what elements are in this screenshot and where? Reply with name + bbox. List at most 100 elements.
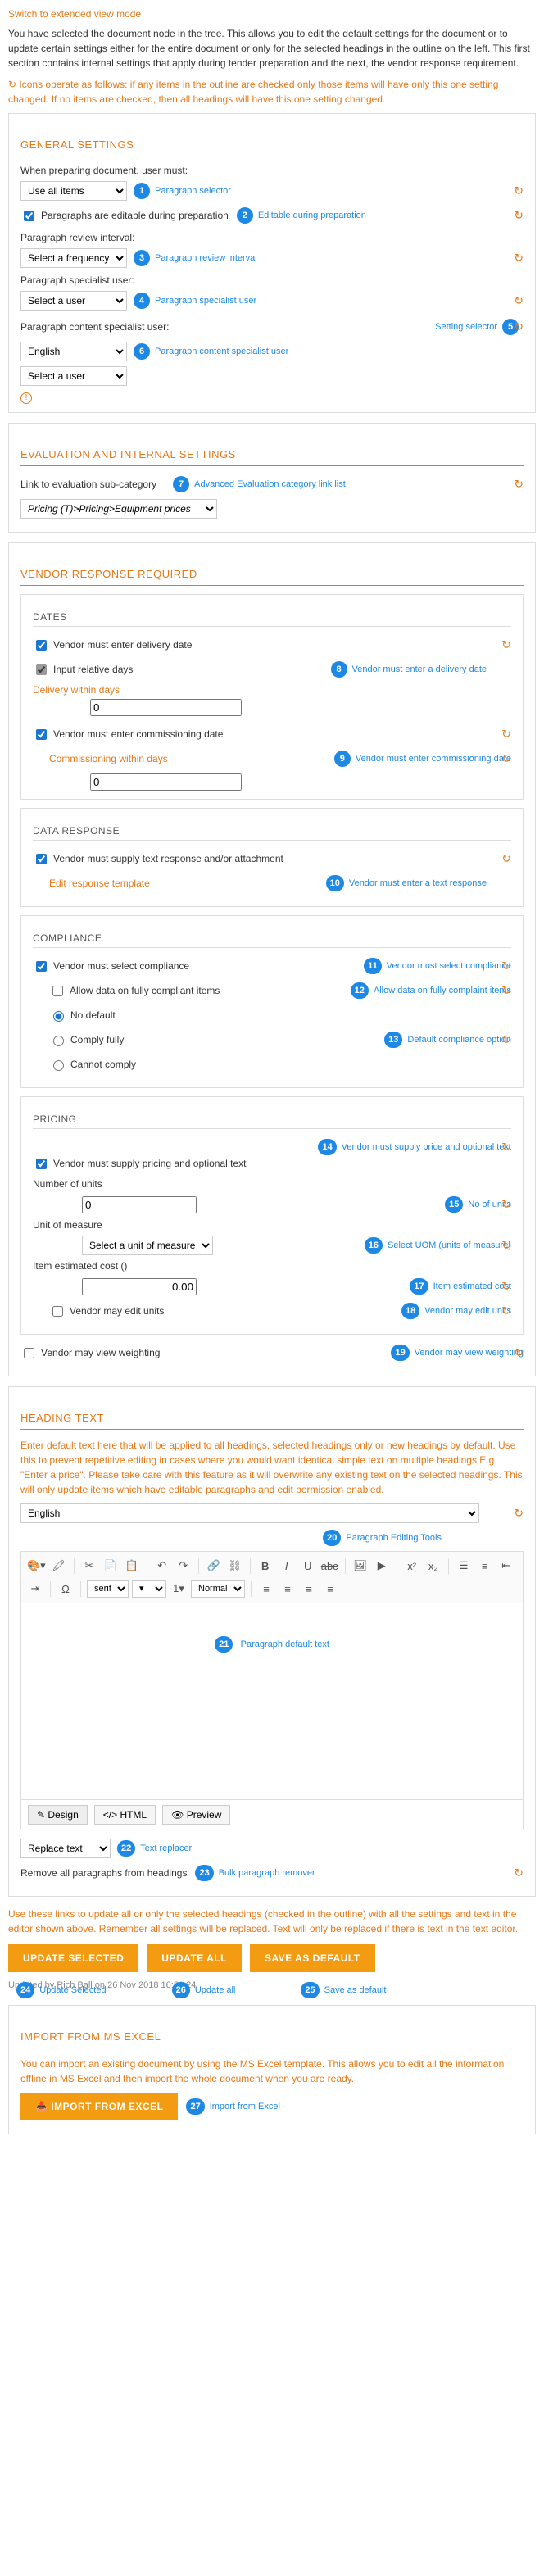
delivery-within-input[interactable] <box>90 699 242 716</box>
allow-data-checkbox[interactable] <box>52 986 63 996</box>
refresh-icon[interactable]: ↻ <box>501 852 511 866</box>
bold-icon[interactable]: B <box>256 1557 274 1575</box>
uom-select[interactable]: Select a unit of measure <box>82 1236 213 1255</box>
comply-fully-radio[interactable] <box>53 1036 64 1046</box>
cost-input[interactable] <box>82 1278 197 1295</box>
ann-24-text: Update Selected <box>39 1985 106 1995</box>
edit-response-template-link[interactable]: Edit response template <box>49 878 150 889</box>
text-response-checkbox[interactable] <box>36 854 47 864</box>
ul-icon[interactable]: ☰ <box>455 1557 473 1575</box>
refresh-icon[interactable]: ↻ <box>501 1141 511 1154</box>
heading-text-title: HEADING TEXT <box>20 1407 524 1430</box>
import-excel-button[interactable]: 📥 IMPORT FROM EXCEL <box>20 2093 178 2120</box>
copy-icon[interactable]: 📄 <box>102 1557 120 1575</box>
weighting-checkbox[interactable] <box>24 1348 34 1358</box>
compliance-checkbox[interactable] <box>36 961 47 972</box>
refresh-icon[interactable]: ↻ <box>501 984 511 998</box>
heading-language-select[interactable]: English <box>20 1503 479 1523</box>
refresh-icon[interactable]: ↻ <box>514 1507 524 1521</box>
review-interval-select[interactable]: Select a frequency <box>20 248 127 268</box>
refresh-icon[interactable]: ↻ <box>514 320 524 334</box>
refresh-icon[interactable]: ↻ <box>514 1346 524 1360</box>
align-right-icon[interactable]: ≡ <box>300 1580 318 1598</box>
pricing-checkbox[interactable] <box>36 1159 47 1169</box>
align-justify-icon[interactable]: ≡ <box>321 1580 339 1598</box>
replace-text-select[interactable]: Replace text <box>20 1839 111 1858</box>
font-select[interactable]: serif <box>87 1580 129 1598</box>
media-icon[interactable]: ▶ <box>373 1557 391 1575</box>
uom-label: Unit of measure <box>33 1219 511 1231</box>
update-selected-button[interactable]: UPDATE SELECTED <box>8 1944 138 1972</box>
intro-text: You have selected the document node in t… <box>8 26 536 70</box>
highlight-icon[interactable]: 🖍 <box>50 1557 68 1575</box>
image-icon[interactable]: 🖼 <box>351 1557 369 1575</box>
link-icon[interactable]: 🔗 <box>205 1557 223 1575</box>
redo-icon[interactable]: ↷ <box>175 1557 193 1575</box>
refresh-icon[interactable]: ↻ <box>514 209 524 223</box>
edit-units-checkbox[interactable] <box>52 1306 63 1317</box>
refresh-icon[interactable]: ↻ <box>514 478 524 492</box>
superscript-icon[interactable]: x² <box>403 1557 421 1575</box>
refresh-icon[interactable]: ↻ <box>501 638 511 652</box>
align-left-icon[interactable]: ≡ <box>257 1580 275 1598</box>
update-all-button[interactable]: UPDATE ALL <box>147 1944 242 1972</box>
preview-mode-button[interactable]: 👁 Preview <box>162 1805 230 1825</box>
ol-icon[interactable]: ≡ <box>476 1557 494 1575</box>
commissioning-checkbox[interactable] <box>36 729 47 740</box>
html-mode-button[interactable]: </> HTML <box>94 1805 156 1825</box>
no-default-radio[interactable] <box>53 1011 64 1022</box>
ann-10-text: Vendor must enter a text response <box>349 878 487 888</box>
refresh-icon[interactable]: ↻ <box>501 728 511 742</box>
weighting-label: Vendor may view weighting <box>41 1347 160 1358</box>
refresh-icon[interactable]: ↻ <box>501 1239 511 1253</box>
language-select[interactable]: English <box>20 342 127 361</box>
unlink-icon[interactable]: ⛓ <box>226 1557 244 1575</box>
refresh-icon[interactable]: ↻ <box>514 184 524 198</box>
refresh-icon[interactable]: ↻ <box>501 959 511 973</box>
indent-icon[interactable]: ⇥ <box>26 1580 44 1598</box>
content-specialist-select[interactable]: Select a user <box>20 366 127 386</box>
commissioning-within-input[interactable] <box>90 773 242 791</box>
refresh-icon[interactable]: ↻ <box>514 294 524 308</box>
dates-title: DATES <box>33 608 511 627</box>
refresh-icon[interactable]: ↻ <box>514 1866 524 1880</box>
ann-15: 15 <box>445 1196 463 1213</box>
refresh-icon[interactable]: ↻ <box>501 1280 511 1294</box>
ann-3-text: Paragraph review interval <box>155 253 257 263</box>
ann-16: 16 <box>365 1237 383 1254</box>
relative-days-checkbox[interactable] <box>36 664 47 675</box>
font-size-select[interactable]: ▾ <box>132 1580 166 1598</box>
paste-icon[interactable]: 📋 <box>123 1557 141 1575</box>
specialist-label: Paragraph specialist user: <box>20 274 524 286</box>
refresh-icon[interactable]: ↻ <box>514 252 524 265</box>
ann-22: 22 <box>117 1840 135 1857</box>
cannot-comply-radio[interactable] <box>53 1060 64 1071</box>
refresh-icon[interactable]: ↻ <box>501 1198 511 1212</box>
ann-2: 2 <box>237 207 253 224</box>
units-input[interactable] <box>82 1196 197 1213</box>
undo-icon[interactable]: ↶ <box>153 1557 171 1575</box>
subscript-icon[interactable]: x₂ <box>424 1557 442 1575</box>
eval-category-select[interactable]: Pricing (T)>Pricing>Equipment prices <box>20 499 217 519</box>
underline-icon[interactable]: U <box>299 1557 317 1575</box>
cut-icon[interactable]: ✂ <box>80 1557 98 1575</box>
strike-icon[interactable]: abc <box>320 1557 339 1575</box>
paint-icon[interactable]: 🎨▾ <box>26 1557 47 1575</box>
italic-icon[interactable]: I <box>278 1557 296 1575</box>
ann-1: 1 <box>134 183 150 199</box>
editor-body[interactable]: 21 Paragraph default text <box>20 1603 524 1800</box>
design-mode-button[interactable]: ✎ Design <box>28 1805 88 1825</box>
refresh-icon[interactable]: ↻ <box>501 1304 511 1318</box>
extended-view-link[interactable]: Switch to extended view mode <box>8 8 141 20</box>
outdent-icon[interactable]: ⇤ <box>497 1557 515 1575</box>
save-default-button[interactable]: SAVE AS DEFAULT <box>250 1944 375 1972</box>
refresh-icon[interactable]: ↻ <box>501 1033 511 1047</box>
specialist-select[interactable]: Select a user <box>20 291 127 311</box>
editable-checkbox[interactable] <box>24 211 34 221</box>
refresh-icon[interactable]: ↻ <box>501 752 511 766</box>
prepare-select[interactable]: Use all items <box>20 181 127 201</box>
delivery-date-checkbox[interactable] <box>36 640 47 651</box>
align-center-icon[interactable]: ≡ <box>279 1580 297 1598</box>
style-select[interactable]: Normal <box>191 1580 245 1598</box>
omega-icon[interactable]: Ω <box>57 1580 75 1598</box>
